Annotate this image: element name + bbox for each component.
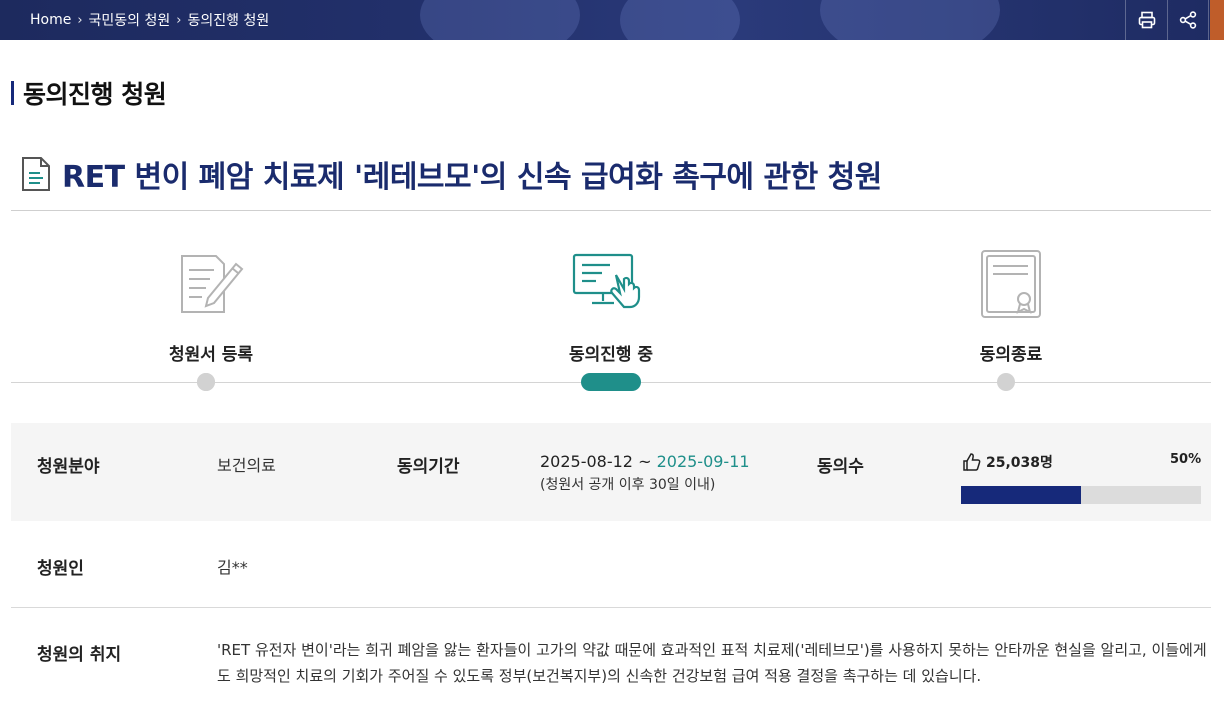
section-title-bar bbox=[11, 81, 14, 105]
share-button[interactable] bbox=[1167, 0, 1209, 40]
field-label: 청원분야 bbox=[37, 457, 100, 477]
step-dot-register bbox=[197, 373, 215, 391]
section-title-text: 동의진행 청원 bbox=[23, 80, 167, 109]
agree-progress-fill bbox=[961, 486, 1081, 504]
purpose-text: 'RET 유전자 변이'라는 희귀 폐암을 앓는 환자들이 고가의 약값 때문에… bbox=[217, 641, 1207, 685]
breadcrumb-home[interactable]: Home bbox=[30, 12, 71, 28]
breadcrumb-level1[interactable]: 국민동의 청원 bbox=[89, 10, 171, 30]
step-dot-closed bbox=[997, 373, 1015, 391]
period-end: 2025-09-11 bbox=[656, 452, 750, 471]
petitioner-value: 김** bbox=[217, 558, 248, 577]
petition-info-band bbox=[11, 423, 1211, 521]
agree-count-value: 25,038명 bbox=[986, 455, 1053, 471]
agree-percent: 50% bbox=[1170, 452, 1202, 467]
breadcrumb-separator: › bbox=[77, 12, 83, 28]
printer-icon bbox=[1138, 11, 1155, 29]
headline-divider bbox=[11, 210, 1211, 211]
section-title: 동의진행 청원 bbox=[11, 78, 167, 109]
share-icon bbox=[1179, 11, 1197, 29]
banner-edge-accent bbox=[1210, 0, 1224, 40]
petition-title: RET 변이 폐암 치료제 '레테브모'의 신속 급여화 촉구에 관한 청원 bbox=[62, 160, 882, 195]
step-label-closed: 동의종료 bbox=[979, 345, 1043, 365]
thumbs-up-icon bbox=[963, 453, 981, 471]
purpose-label: 청원의 취지 bbox=[37, 645, 122, 665]
computer-touch-icon bbox=[572, 253, 641, 309]
pencil-document-icon bbox=[181, 255, 244, 313]
certificate-icon bbox=[981, 250, 1041, 318]
breadcrumb-separator: › bbox=[176, 12, 182, 28]
top-banner: Home › 국민동의 청원 › 동의진행 청원 bbox=[0, 0, 1224, 40]
document-icon bbox=[22, 157, 50, 191]
period-label: 동의기간 bbox=[397, 457, 460, 477]
breadcrumb-level2[interactable]: 동의진행 청원 bbox=[187, 10, 269, 30]
agree-progress-bar bbox=[961, 486, 1201, 504]
petitioner-label: 청원인 bbox=[37, 559, 84, 579]
field-value: 보건의료 bbox=[217, 456, 276, 475]
step-label-register: 청원서 등록 bbox=[168, 345, 254, 365]
period-start: 2025-08-12 ~ bbox=[540, 452, 652, 471]
step-label-in-progress: 동의진행 중 bbox=[568, 345, 654, 365]
step-dot-in-progress bbox=[581, 373, 641, 391]
petitioner-divider bbox=[11, 607, 1211, 608]
period-value: 2025-08-12 ~ 2025-09-11 bbox=[540, 452, 750, 471]
agree-count: 25,038명 bbox=[962, 452, 1053, 472]
petition-headline: RET 변이 폐암 치료제 '레테브모'의 신속 급여화 촉구에 관한 청원 bbox=[20, 152, 882, 196]
print-button[interactable] bbox=[1125, 0, 1167, 40]
period-note: (청원서 공개 이후 30일 이내) bbox=[540, 477, 716, 493]
count-label: 동의수 bbox=[817, 457, 864, 477]
breadcrumb: Home › 국민동의 청원 › 동의진행 청원 bbox=[30, 0, 269, 40]
